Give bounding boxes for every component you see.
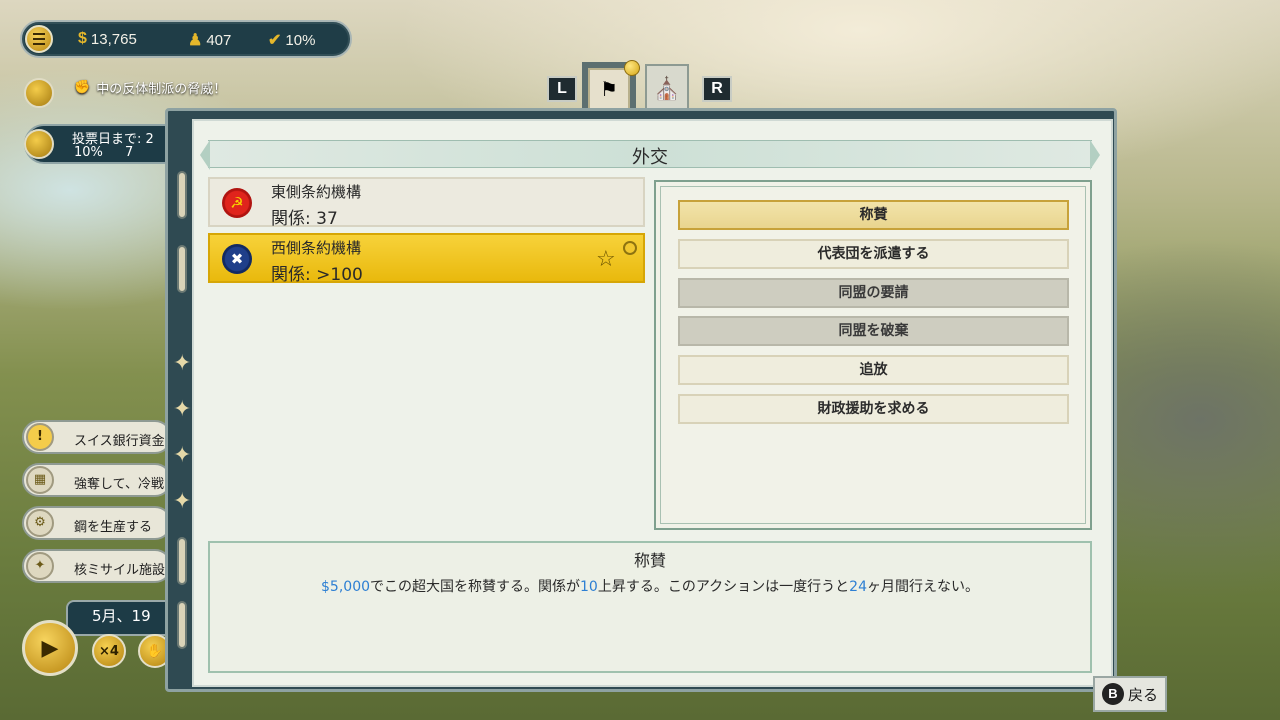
- prev-tab-key[interactable]: L: [547, 76, 577, 102]
- money-stat: $ 13,765: [78, 30, 137, 48]
- flags-icon: ⚑: [588, 68, 630, 110]
- ornament-icon: ✦: [173, 397, 192, 422]
- next-tab-key[interactable]: R: [702, 76, 732, 102]
- tab-government[interactable]: ⛪: [645, 64, 689, 114]
- exclamation-icon: !: [26, 423, 54, 451]
- description-part: でこの超大国を称賛する。関係が: [370, 579, 581, 595]
- dissident-toast[interactable]: ✊ 中の反体制派の脅威！: [74, 78, 226, 97]
- binder-ring: [177, 245, 187, 293]
- election-other: 7: [125, 145, 134, 160]
- back-button[interactable]: B 戻る: [1093, 676, 1167, 712]
- play-icon: ▶: [41, 635, 59, 661]
- fist-icon: ✊: [74, 80, 91, 95]
- election-percent: 10%: [74, 145, 103, 160]
- election-widget[interactable]: 投票日まで: 2 10% 7: [24, 124, 184, 164]
- mission-item[interactable]: ⚙ 鋼を生産する: [22, 506, 172, 540]
- bloc-name: 東側条約機構: [271, 183, 362, 201]
- speed-label: ×4: [99, 643, 119, 659]
- hammer-sickle-icon: ☭: [222, 188, 252, 218]
- description-text: $5,000でこの超大国を称賛する。関係が10上昇する。このアクションは一度行う…: [210, 576, 1090, 596]
- description-title: 称賛: [633, 551, 666, 570]
- cooldown-months: 24: [849, 579, 867, 595]
- mission-label: 強奪して、冷戦: [74, 477, 164, 492]
- ornament-icon: ✦: [173, 351, 192, 376]
- person-icon: ♟: [188, 32, 203, 49]
- action-break-alliance-button[interactable]: 同盟を破棄: [678, 316, 1069, 346]
- b-key-icon: B: [1101, 683, 1124, 705]
- action-praise-button[interactable]: 称賛: [678, 200, 1069, 230]
- money-value: 13,765: [90, 30, 137, 48]
- mission-label: スイス銀行資金: [74, 434, 165, 449]
- ornament-icon: ✦: [173, 489, 192, 514]
- factory-icon: ⚙: [26, 509, 54, 537]
- ballot-icon: [24, 129, 54, 159]
- western-seal-icon: ✖: [222, 244, 252, 274]
- cost-value: $5,000: [321, 579, 371, 595]
- back-label: 戻る: [1127, 685, 1158, 704]
- mission-label: 核ミサイル施設: [74, 563, 166, 578]
- approval-stat: ✔ 10%: [268, 30, 315, 50]
- play-button[interactable]: ▶: [22, 620, 78, 676]
- menu-button[interactable]: [25, 25, 53, 53]
- relation-gain: 10: [580, 579, 598, 595]
- toast-text: 中の反体制派の脅威！: [96, 82, 227, 97]
- election-stats: 10% 7: [74, 145, 133, 160]
- mission-item[interactable]: ▦ 強奪して、冷戦: [22, 463, 172, 497]
- bloc-item-west[interactable]: ✖ 西側条約機構 関係: >100 ☆: [208, 233, 645, 285]
- population-stat: ♟ 407: [188, 30, 231, 50]
- panel-title: 外交: [632, 147, 668, 168]
- panel-title-bar: 外交: [200, 140, 1100, 170]
- action-request-aid-button[interactable]: 財政援助を求める: [678, 394, 1069, 424]
- approval-check-icon: ✔: [268, 32, 282, 49]
- bloc-relation: 関係: 37: [271, 209, 338, 229]
- date-display: 5月、19: [66, 600, 176, 636]
- resource-bar: $ 13,765 ♟ 407 ✔ 10%: [20, 20, 352, 58]
- mission-item[interactable]: ✦ 核ミサイル施設: [22, 549, 172, 583]
- favorite-star-icon: ☆: [596, 247, 616, 272]
- mission-item[interactable]: ! スイス銀行資金: [22, 420, 172, 454]
- action-request-alliance-button[interactable]: 同盟の要請: [678, 278, 1069, 308]
- speed-button[interactable]: ×4: [92, 634, 126, 668]
- bloc-relation: 関係: >100: [271, 265, 363, 285]
- selection-indicator: [623, 241, 637, 255]
- date-text: 5月、19: [92, 607, 151, 625]
- population-value: 407: [206, 31, 232, 49]
- dollar-icon: $: [78, 30, 87, 47]
- binder-ring: [177, 171, 187, 219]
- ledger-button[interactable]: [24, 78, 54, 108]
- mission-label: 鋼を生産する: [74, 520, 153, 535]
- panel-spine: ✦ ✦ ✦ ✦: [170, 141, 194, 681]
- ornament-icon: ✦: [173, 443, 192, 468]
- capitol-icon: ⛪: [653, 76, 681, 102]
- hand-icon: ✋: [146, 643, 164, 659]
- action-send-delegation-button[interactable]: 代表団を派遣する: [678, 239, 1069, 269]
- binder-ring: [177, 537, 187, 585]
- notification-dot: [624, 60, 640, 76]
- bloc-name: 西側条約機構: [271, 239, 362, 257]
- description-part: ヶ月間行えない。: [866, 579, 979, 595]
- approval-value: 10%: [285, 31, 316, 49]
- action-description: 称賛 $5,000でこの超大国を称賛する。関係が10上昇する。このアクションは一…: [208, 541, 1092, 673]
- description-part: 上昇する。このアクションは一度行うと: [597, 579, 850, 595]
- calendar-icon: ▦: [26, 466, 54, 494]
- missile-icon: ✦: [26, 552, 54, 580]
- action-expel-button[interactable]: 追放: [678, 355, 1069, 385]
- bloc-item-east[interactable]: ☭ 東側条約機構 関係: 37: [208, 177, 645, 229]
- binder-ring: [177, 601, 187, 649]
